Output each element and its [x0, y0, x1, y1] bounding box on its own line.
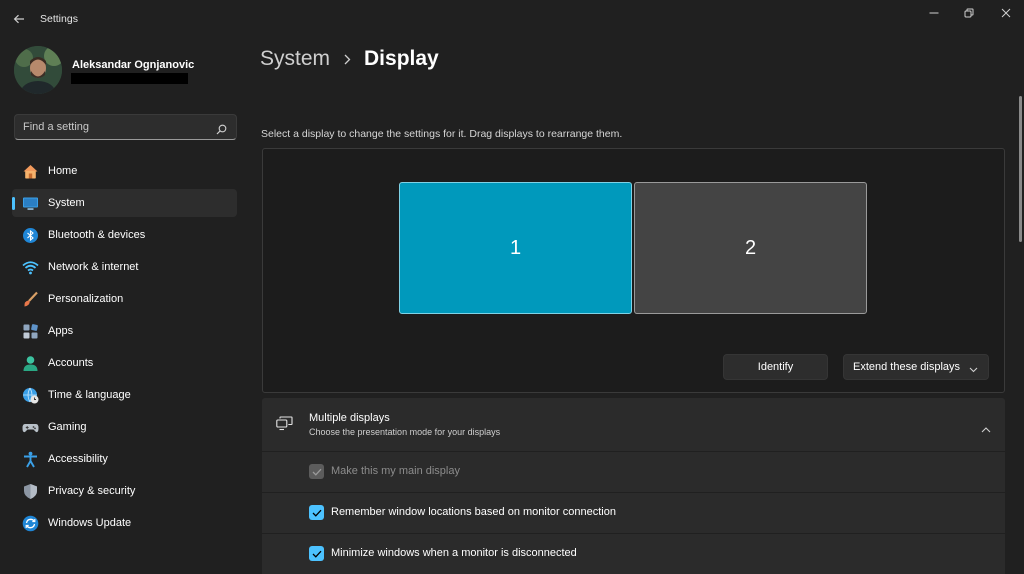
home-icon	[21, 162, 39, 180]
paintbrush-icon	[21, 290, 39, 308]
section-title: Multiple displays	[309, 412, 390, 424]
page-title: Display	[364, 47, 439, 70]
chevron-down-icon	[969, 364, 978, 376]
remember-locations-checkbox[interactable]	[309, 505, 324, 520]
minimize-icon	[929, 12, 939, 14]
sidebar-item-apps[interactable]: Apps	[12, 317, 237, 345]
globe-clock-icon	[21, 386, 39, 404]
checkmark-icon	[312, 509, 321, 517]
sidebar-item-personalization[interactable]: Personalization	[12, 285, 237, 313]
option-row-main-display: Make this my main display	[262, 452, 1005, 492]
monitor-number: 1	[509, 236, 522, 259]
search-icon[interactable]	[216, 122, 227, 140]
gamepad-icon	[21, 418, 39, 436]
sidebar-item-label: Apps	[48, 325, 74, 337]
sidebar-item-label: Accessibility	[48, 453, 108, 465]
sidebar-item-bluetooth[interactable]: Bluetooth & devices	[12, 221, 237, 249]
main-display-checkbox	[309, 464, 324, 479]
checkmark-icon	[312, 550, 321, 558]
checkmark-icon	[312, 468, 321, 476]
restore-icon	[964, 8, 974, 18]
back-arrow-icon	[13, 14, 24, 24]
sidebar-item-home[interactable]: Home	[12, 157, 237, 185]
close-button[interactable]	[988, 2, 1024, 24]
breadcrumb: System Display	[260, 47, 439, 71]
shield-icon	[21, 482, 39, 500]
monitor-2-tile[interactable]: 2	[634, 182, 867, 314]
redacted-email	[71, 73, 188, 84]
restore-button[interactable]	[951, 2, 987, 24]
option-label: Remember window locations based on monit…	[331, 506, 616, 518]
back-button[interactable]	[6, 8, 32, 30]
user-name: Aleksandar Ognjanovic	[72, 59, 195, 71]
sidebar-item-label: Accounts	[48, 357, 94, 369]
chevron-up-icon[interactable]	[981, 420, 991, 438]
sidebar-item-label: Bluetooth & devices	[48, 229, 146, 241]
display-mode-dropdown[interactable]: Extend these displays	[843, 354, 989, 380]
sidebar-nav: Home System Bluetooth & devices Network …	[12, 157, 237, 541]
system-icon	[21, 194, 39, 212]
avatar	[14, 46, 62, 94]
option-row-minimize-windows[interactable]: Minimize windows when a monitor is disco…	[262, 534, 1005, 574]
sidebar-item-label: Home	[48, 165, 78, 177]
app-title: Settings	[40, 13, 78, 25]
sidebar-item-time-language[interactable]: Time & language	[12, 381, 237, 409]
accessibility-icon	[21, 450, 39, 468]
close-icon	[1001, 8, 1011, 18]
section-subtitle: Choose the presentation mode for your di…	[309, 427, 501, 437]
sidebar-item-system[interactable]: System	[12, 189, 237, 217]
minimize-windows-checkbox[interactable]	[309, 546, 324, 561]
sidebar-item-label: System	[48, 197, 85, 209]
multiple-displays-header[interactable]: Multiple displays Choose the presentatio…	[262, 398, 1005, 451]
monitor-1-tile[interactable]: 1	[399, 182, 632, 314]
sidebar-item-label: Gaming	[48, 421, 87, 433]
display-mode-value: Extend these displays	[853, 361, 961, 373]
sidebar-item-network[interactable]: Network & internet	[12, 253, 237, 281]
monitor-number: 2	[744, 236, 757, 259]
sidebar-item-privacy-security[interactable]: Privacy & security	[12, 477, 237, 505]
sidebar-item-label: Windows Update	[48, 517, 132, 529]
option-label: Minimize windows when a monitor is disco…	[331, 547, 577, 559]
accounts-icon	[21, 354, 39, 372]
display-arrangement-panel: 1 2 Identify Extend these displays	[262, 148, 1005, 393]
option-label: Make this my main display	[331, 465, 460, 477]
sidebar-item-windows-update[interactable]: Windows Update	[12, 509, 237, 537]
chevron-right-icon	[343, 54, 351, 65]
title-bar: Settings	[0, 0, 1024, 38]
sidebar-item-accessibility[interactable]: Accessibility	[12, 445, 237, 473]
sidebar-item-label: Personalization	[48, 293, 124, 305]
minimize-button[interactable]	[916, 2, 952, 24]
breadcrumb-system-link[interactable]: System	[260, 47, 330, 71]
sidebar-item-accounts[interactable]: Accounts	[12, 349, 237, 377]
scrollbar-thumb[interactable]	[1019, 96, 1022, 242]
sidebar-item-label: Time & language	[48, 389, 131, 401]
identify-button[interactable]: Identify	[723, 354, 828, 380]
display-instruction: Select a display to change the settings …	[261, 128, 623, 140]
update-icon	[21, 514, 39, 532]
multiple-displays-icon	[276, 416, 293, 436]
sidebar-item-label: Network & internet	[48, 261, 139, 273]
search-input[interactable]: Find a setting	[23, 121, 89, 133]
apps-icon	[21, 322, 39, 340]
sidebar-item-gaming[interactable]: Gaming	[12, 413, 237, 441]
search-box[interactable]: Find a setting	[14, 114, 237, 140]
option-row-remember-locations[interactable]: Remember window locations based on monit…	[262, 493, 1005, 533]
bluetooth-icon	[21, 226, 39, 244]
wifi-icon	[21, 258, 39, 276]
sidebar-item-label: Privacy & security	[48, 485, 136, 497]
